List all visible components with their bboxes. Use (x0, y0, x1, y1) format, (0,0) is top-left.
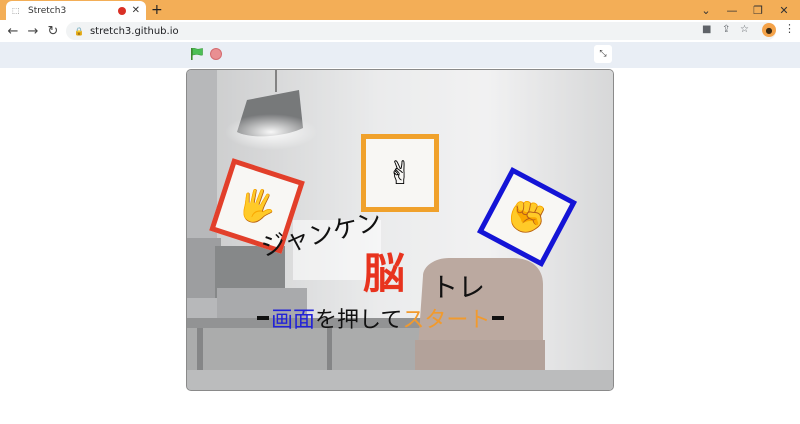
peace-hand-icon: ✌ (386, 154, 414, 192)
fist-icon: ✊ (500, 190, 554, 244)
browser-tab[interactable]: ⬚ Stretch3 ✕ (6, 1, 146, 20)
subtitle-screen: 画面 (271, 308, 316, 333)
dash-right (492, 316, 505, 320)
restore-icon[interactable]: ❐ (744, 0, 772, 20)
stage[interactable]: 🖐 ✌ ✊ ジャンケン 脳 トレ 画面 を押して スタート (186, 69, 614, 391)
recording-indicator-icon (117, 6, 126, 15)
lock-icon: 🔒 (74, 26, 84, 36)
stop-icon[interactable] (210, 48, 222, 60)
tab-title: Stretch3 (28, 5, 67, 16)
url-text: stretch3.github.io (89, 25, 179, 37)
start-instruction: 画面 を押して スタート (255, 305, 506, 333)
close-icon[interactable]: ✕ (770, 0, 798, 20)
profile-avatar[interactable]: ● (762, 23, 776, 37)
share-icon[interactable]: ⇪ (722, 24, 730, 35)
minimize-icon[interactable]: — (718, 0, 746, 20)
open-hand-icon: 🖐 (232, 181, 282, 231)
exit-fullscreen-icon[interactable]: ⤡ (594, 45, 612, 63)
chevron-down-icon[interactable]: ⌄ (692, 0, 720, 20)
title-training: トレ (431, 273, 485, 304)
scissors-card: ✌ (361, 134, 439, 212)
tab-close-icon[interactable]: ✕ (132, 5, 140, 16)
bookmark-star-icon[interactable]: ☆ (740, 24, 749, 35)
stage-controls-bar (0, 42, 800, 68)
back-button[interactable]: ← (4, 22, 22, 40)
reload-button[interactable]: ↻ (44, 22, 62, 40)
browser-toolbar: ← → ↻ 🔒 stretch3.github.io ■ ⇪ ☆ (0, 20, 800, 42)
camera-icon[interactable]: ■ (702, 24, 711, 35)
forward-button[interactable]: → (24, 22, 42, 40)
subtitle-start: スタート (402, 308, 491, 333)
menu-icon[interactable]: ⋮ (784, 22, 795, 35)
green-flag-icon[interactable] (190, 47, 204, 61)
favicon-icon: ⬚ (12, 6, 20, 15)
title-brain: 脳 (363, 249, 406, 298)
new-tab-button[interactable]: + (151, 2, 163, 18)
tab-strip: ⬚ Stretch3 ✕ + ⌄ — ❐ ✕ (0, 0, 800, 20)
dash-left (257, 316, 269, 320)
subtitle-press: を押して (315, 308, 403, 333)
address-bar[interactable]: 🔒 stretch3.github.io (66, 22, 776, 40)
